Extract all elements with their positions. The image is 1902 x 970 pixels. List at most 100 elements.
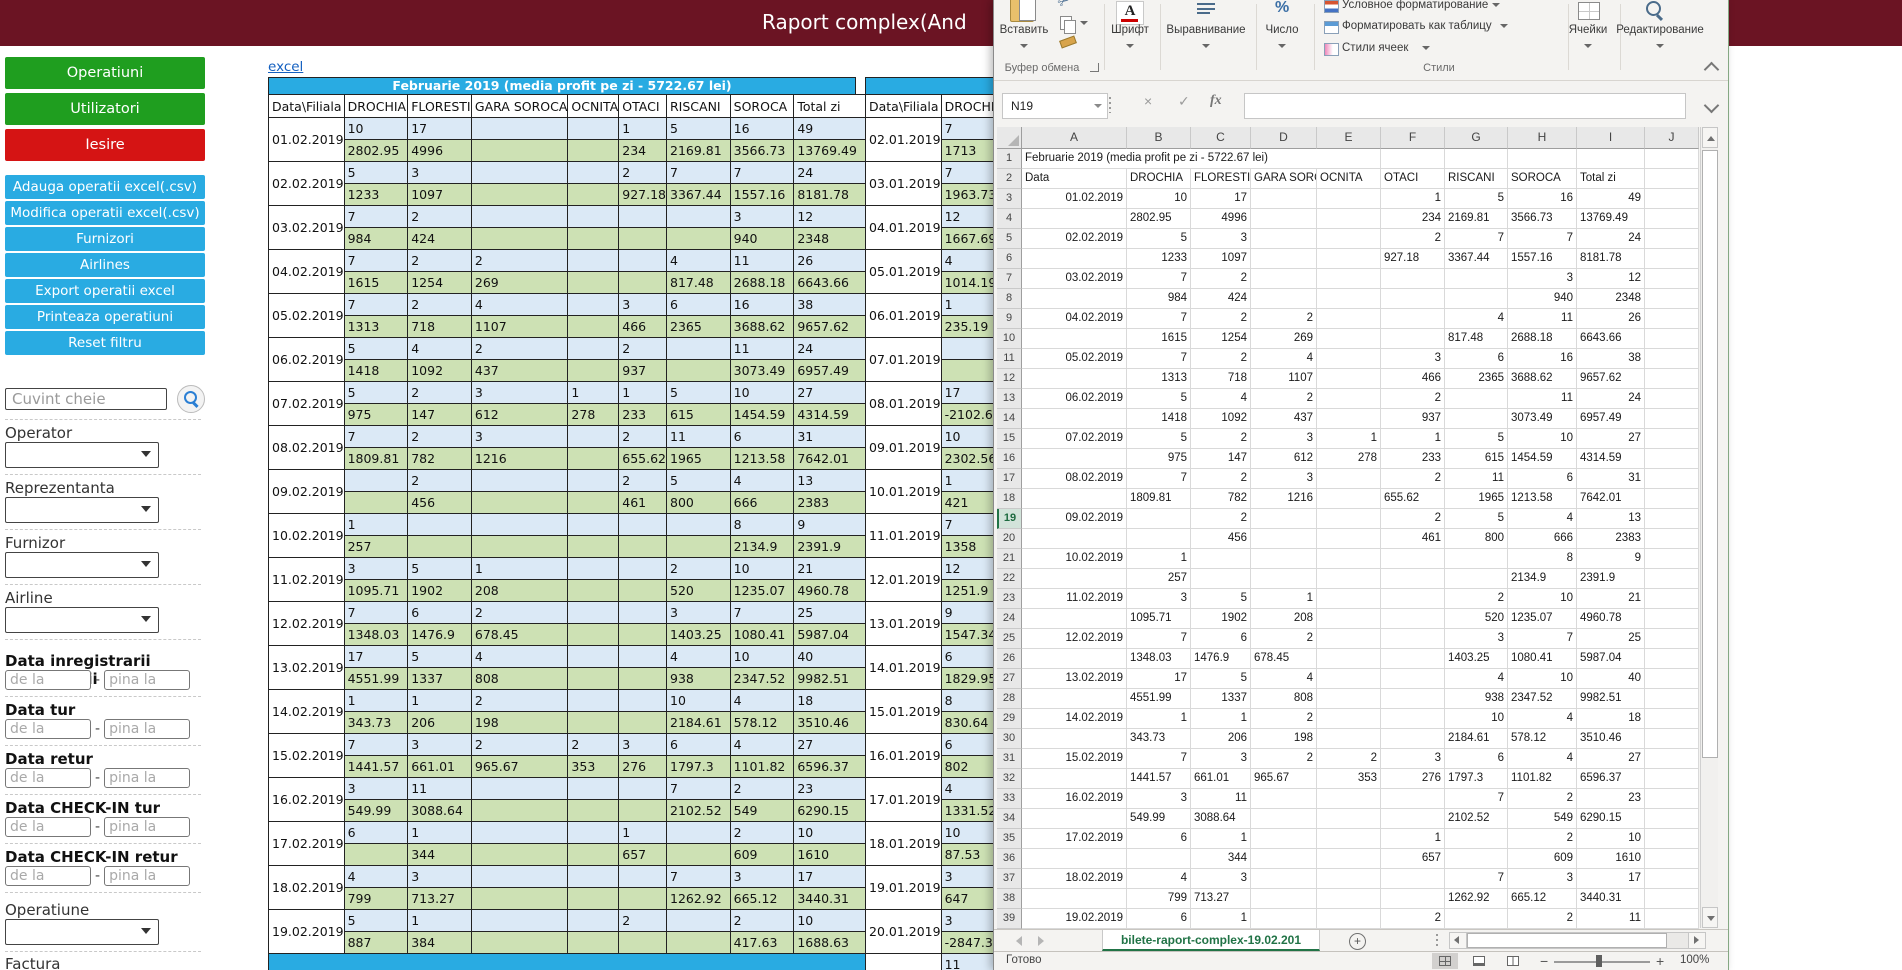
excel-cell[interactable]: 549.99 bbox=[1127, 809, 1191, 829]
excel-cell[interactable] bbox=[1317, 609, 1381, 629]
sidebar-item-utilizatori[interactable]: Utilizatori bbox=[5, 93, 205, 125]
excel-cell[interactable]: 7 bbox=[1445, 869, 1508, 889]
excel-cell[interactable]: 7 bbox=[1127, 749, 1191, 769]
excel-cell[interactable] bbox=[1645, 669, 1699, 689]
row-header-8[interactable]: 8 bbox=[997, 289, 1022, 309]
excel-cell[interactable]: 7 bbox=[1127, 629, 1191, 649]
row-header-36[interactable]: 36 bbox=[997, 849, 1022, 869]
excel-cell[interactable] bbox=[1317, 689, 1381, 709]
excel-cell[interactable]: 01.02.2019 bbox=[1022, 189, 1127, 209]
excel-cell[interactable] bbox=[1645, 529, 1699, 549]
excel-cell[interactable] bbox=[1251, 569, 1317, 589]
column-header-C[interactable]: C bbox=[1191, 127, 1251, 149]
excel-cell[interactable] bbox=[1645, 369, 1699, 389]
excel-cell[interactable]: 6290.15 bbox=[1577, 809, 1645, 829]
new-sheet-icon[interactable]: + bbox=[1349, 933, 1366, 950]
airline-select[interactable] bbox=[5, 607, 159, 633]
row-header-10[interactable]: 10 bbox=[997, 329, 1022, 349]
excel-cell[interactable]: 7 bbox=[1445, 789, 1508, 809]
excel-cell[interactable]: 04.02.2019 bbox=[1022, 309, 1127, 329]
excel-cell[interactable]: 612 bbox=[1251, 449, 1317, 469]
row-header-13[interactable]: 13 bbox=[997, 389, 1022, 409]
excel-cell[interactable]: 1095.71 bbox=[1127, 609, 1191, 629]
row-header-26[interactable]: 26 bbox=[997, 649, 1022, 669]
excel-cell[interactable] bbox=[1317, 409, 1381, 429]
excel-cell[interactable]: 1476.9 bbox=[1191, 649, 1251, 669]
excel-cell[interactable]: 984 bbox=[1127, 289, 1191, 309]
excel-cell[interactable] bbox=[1251, 889, 1317, 909]
excel-cell[interactable]: 18.02.2019 bbox=[1022, 869, 1127, 889]
excel-cell[interactable] bbox=[1445, 849, 1508, 869]
row-header-23[interactable]: 23 bbox=[997, 589, 1022, 609]
excel-cell[interactable]: 3 bbox=[1381, 749, 1445, 769]
excel-cell[interactable]: 800 bbox=[1445, 529, 1508, 549]
excel-cell[interactable]: 3 bbox=[1381, 349, 1445, 369]
excel-cell[interactable]: 718 bbox=[1191, 369, 1251, 389]
excel-cell[interactable]: 938 bbox=[1445, 689, 1508, 709]
row-header-5[interactable]: 5 bbox=[997, 229, 1022, 249]
excel-cell[interactable]: 11 bbox=[1508, 309, 1577, 329]
excel-cell[interactable]: 24 bbox=[1577, 229, 1645, 249]
excel-cell[interactable] bbox=[1251, 509, 1317, 529]
excel-cell[interactable]: 7 bbox=[1508, 629, 1577, 649]
excel-cell[interactable]: 7642.01 bbox=[1577, 489, 1645, 509]
excel-cell[interactable] bbox=[1022, 329, 1127, 349]
excel-cell[interactable]: 1080.41 bbox=[1508, 649, 1577, 669]
row-header-39[interactable]: 39 bbox=[997, 909, 1022, 929]
excel-cell[interactable]: 353 bbox=[1317, 769, 1381, 789]
excel-cell[interactable]: 7 bbox=[1127, 349, 1191, 369]
excel-cell[interactable] bbox=[1645, 629, 1699, 649]
cancel-entry-icon[interactable]: × bbox=[1144, 93, 1152, 109]
excel-cell[interactable]: 5 bbox=[1191, 669, 1251, 689]
excel-cell[interactable]: 19.02.2019 bbox=[1022, 909, 1127, 929]
excel-cell[interactable] bbox=[1645, 189, 1699, 209]
excel-cell[interactable] bbox=[1381, 289, 1445, 309]
excel-cell[interactable]: 10 bbox=[1508, 589, 1577, 609]
excel-cell[interactable]: 4960.78 bbox=[1577, 609, 1645, 629]
excel-cell[interactable]: 4 bbox=[1445, 309, 1508, 329]
excel-cell[interactable] bbox=[1645, 809, 1699, 829]
excel-cell[interactable] bbox=[1645, 429, 1699, 449]
excel-cell[interactable]: 2 bbox=[1381, 469, 1445, 489]
excel-cell[interactable]: 609 bbox=[1508, 849, 1577, 869]
name-box[interactable]: N19 bbox=[1002, 93, 1108, 119]
excel-cell[interactable]: 2 bbox=[1191, 269, 1251, 289]
excel-cell[interactable] bbox=[1381, 309, 1445, 329]
excel-cell[interactable] bbox=[1645, 689, 1699, 709]
excel-cell[interactable] bbox=[1645, 309, 1699, 329]
excel-cell[interactable] bbox=[1445, 569, 1508, 589]
column-header-H[interactable]: H bbox=[1508, 127, 1577, 149]
excel-cell[interactable]: 6 bbox=[1508, 469, 1577, 489]
excel-cell[interactable] bbox=[1645, 569, 1699, 589]
vertical-scroll-thumb[interactable] bbox=[1702, 150, 1718, 758]
excel-cell[interactable]: 2 bbox=[1508, 829, 1577, 849]
excel-cell[interactable] bbox=[1645, 789, 1699, 809]
excel-cell[interactable]: 12.02.2019 bbox=[1022, 629, 1127, 649]
excel-cell[interactable] bbox=[1251, 549, 1317, 569]
action-button[interactable]: Export operatii excel bbox=[5, 279, 205, 303]
excel-cell[interactable]: 2 bbox=[1508, 789, 1577, 809]
column-header-D[interactable]: D bbox=[1251, 127, 1317, 149]
zoom-level[interactable]: 100% bbox=[1680, 954, 1709, 966]
column-header-I[interactable]: I bbox=[1577, 127, 1645, 149]
date-to-input[interactable] bbox=[104, 670, 190, 690]
excel-cell[interactable]: 14.02.2019 bbox=[1022, 709, 1127, 729]
excel-cell[interactable]: Data bbox=[1022, 169, 1127, 189]
excel-cell[interactable]: 2 bbox=[1191, 349, 1251, 369]
zoom-slider-track[interactable] bbox=[1554, 961, 1650, 963]
excel-cell[interactable]: 466 bbox=[1381, 369, 1445, 389]
date-from-input[interactable] bbox=[5, 768, 91, 788]
row-header-12[interactable]: 12 bbox=[997, 369, 1022, 389]
excel-cell[interactable] bbox=[1317, 249, 1381, 269]
excel-cell[interactable]: 6 bbox=[1127, 829, 1191, 849]
excel-cell[interactable]: 4 bbox=[1508, 709, 1577, 729]
excel-cell[interactable] bbox=[1645, 609, 1699, 629]
excel-cell[interactable]: 10 bbox=[1508, 429, 1577, 449]
excel-cell[interactable]: 1965 bbox=[1445, 489, 1508, 509]
excel-cell[interactable] bbox=[1645, 469, 1699, 489]
row-header-35[interactable]: 35 bbox=[997, 829, 1022, 849]
excel-cell[interactable]: 03.02.2019 bbox=[1022, 269, 1127, 289]
excel-cell[interactable] bbox=[1022, 369, 1127, 389]
excel-cell[interactable]: 5 bbox=[1445, 429, 1508, 449]
excel-cell[interactable]: 3 bbox=[1191, 229, 1251, 249]
